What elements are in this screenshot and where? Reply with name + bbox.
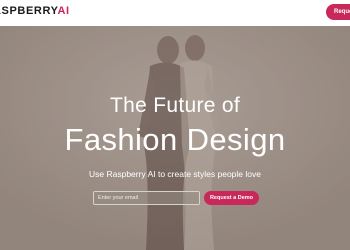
top-nav: ASPBERRYAI Request a <box>0 0 350 27</box>
hero-section: The Future of Fashion Design Use Raspber… <box>0 26 350 250</box>
logo-text: ASPBERRY <box>0 5 58 17</box>
email-input[interactable] <box>93 191 200 205</box>
hero-subheadline: Use Raspberry AI to create styles people… <box>89 169 261 179</box>
raspberry-ai-logo[interactable]: ASPBERRYAI <box>0 5 70 17</box>
hero-headline-line1: The Future of <box>110 94 240 117</box>
logo-accent-text: AI <box>57 5 70 17</box>
hero-headline-line2: Fashion Design <box>64 122 286 157</box>
request-demo-button[interactable]: Request a Demo <box>204 191 259 205</box>
header-request-demo-button[interactable]: Request a <box>326 4 350 20</box>
landing-page: ASPBERRYAI Request a <box>0 0 350 250</box>
